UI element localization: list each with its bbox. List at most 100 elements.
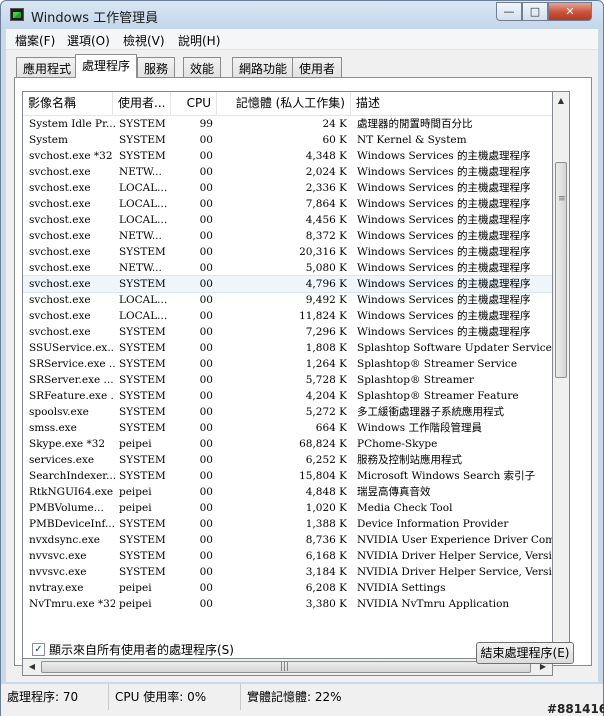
column-description[interactable]: 描述 [351,92,552,115]
process-row[interactable]: SRFeature.exe ... SYSTEM 00 4,204 K Splashto… [23,388,552,404]
process-memory: 1,388 K [305,518,347,530]
process-row[interactable]: svchost.exe LOCAL... 00 9,492 K Windows Serv… [23,292,552,308]
process-row[interactable]: nvvsvc.exe SYSTEM 00 3,184 K NVIDIA Driver H… [23,564,552,580]
process-user-name: SYSTEM [119,566,166,578]
menu-options[interactable]: 選項(O) [67,32,110,49]
process-cpu: 00 [199,198,213,210]
menu-file[interactable]: 檔案(F) [15,32,55,49]
column-user-name[interactable]: 使用者... [113,92,171,115]
end-process-button[interactable]: 結束處理程序(E) [476,642,574,664]
minimize-button[interactable]: — [496,2,522,21]
process-row[interactable]: nvxdsync.exe SYSTEM 00 8,736 K NVIDIA User E… [23,532,552,548]
process-row[interactable]: svchost.exe *32 SYSTEM 00 4,348 K Windows Se… [23,148,552,164]
process-cpu: 00 [199,214,213,226]
tab-users[interactable]: 使用者 [292,57,343,77]
process-user-name: SYSTEM [119,246,166,258]
process-image-name: svchost.exe [29,246,91,258]
process-cpu: 00 [199,326,213,338]
process-row[interactable]: services.exe SYSTEM 00 6,252 K 服務及控制站應用程式 [23,452,552,468]
show-all-users-checkbox[interactable]: ✓ [32,643,45,656]
close-button[interactable]: ✕ [548,2,592,21]
process-row[interactable]: SSUService.ex... SYSTEM 00 1,808 K Splashtop… [23,340,552,356]
title-bar[interactable]: Windows 工作管理員 — □ ✕ [1,1,603,29]
process-memory: 68,824 K [299,438,347,450]
process-memory: 15,804 K [299,470,347,482]
process-image-name: PMBDeviceInf... [29,518,115,530]
process-row[interactable]: System Idle Pr... SYSTEM 99 24 K 處理器的閒置時間百分比 [23,116,552,132]
process-row[interactable]: svchost.exe LOCAL... 00 11,824 K Windows Ser… [23,308,552,324]
scroll-left-icon[interactable]: ◀ [25,660,39,674]
sort-ascending-icon: ▲ [65,94,72,103]
tab-applications[interactable]: 應用程式 [16,57,79,77]
process-memory: 7,296 K [305,326,347,338]
process-row[interactable]: RtkNGUI64.exe peipei 00 4,848 K 瑞昱高傳真音效 [23,484,552,500]
process-row[interactable]: Skype.exe *32 peipei 00 68,824 K PChome-Skyp… [23,436,552,452]
process-image-name: SRFeature.exe ... [29,390,115,402]
horizontal-scroll-thumb[interactable]: ||| [41,661,531,673]
process-image-name: nvxdsync.exe [29,534,100,546]
process-row[interactable]: svchost.exe SYSTEM 00 7,296 K Windows Servic… [23,324,552,340]
tab-processes[interactable]: 處理程序 [75,54,138,78]
status-bar: 處理程序: 70 CPU 使用率: 0% 實體記憶體: 22% [1,683,603,716]
process-memory: 11,824 K [299,310,347,322]
tab-performance[interactable]: 效能 [183,57,222,77]
process-cpu: 00 [199,166,213,178]
process-row[interactable]: spoolsv.exe SYSTEM 00 5,272 K 多工緩衝處理器子系統應用程式 [23,404,552,420]
process-description: Splashtop® Streamer Service [357,358,518,370]
process-row[interactable]: smss.exe SYSTEM 00 664 K Windows 工作階段管理員 [23,420,552,436]
horizontal-scrollbar[interactable]: ◀ ||| ▶ [22,659,553,676]
column-cpu[interactable]: CPU [171,92,217,115]
process-row[interactable]: nvvsvc.exe SYSTEM 00 6,168 K NVIDIA Driver H… [23,548,552,564]
process-row[interactable]: NvTmru.exe *32 peipei 00 3,380 K NVIDIA NvTm… [23,596,552,612]
process-row[interactable]: svchost.exe SYSTEM 00 4,796 K Windows Servic… [23,275,552,293]
process-memory: 1,020 K [305,502,347,514]
menu-help[interactable]: 說明(H) [178,32,220,49]
tab-services[interactable]: 服務 [137,57,176,77]
process-row[interactable]: nvtray.exe peipei 00 6,208 K NVIDIA Settings [23,580,552,596]
process-user-name: NETW... [119,230,162,242]
process-image-name: svchost.exe [29,198,91,210]
process-row[interactable]: svchost.exe LOCAL... 00 2,336 K Windows Serv… [23,180,552,196]
menu-view[interactable]: 檢視(V) [123,32,165,49]
process-user-name: LOCAL... [119,214,168,226]
process-row[interactable]: SearchIndexer.... SYSTEM 00 15,804 K Microso… [23,468,552,484]
process-list[interactable]: ▲ 影像名稱 使用者... CPU 記憶體 (私人工作集) 描述 System … [22,91,553,659]
process-description: Device Information Provider [357,518,509,530]
process-cpu: 00 [199,422,213,434]
scroll-up-icon[interactable]: ▲ [555,94,567,108]
process-image-name: System [29,134,68,146]
process-memory: 4,456 K [305,214,347,226]
process-row[interactable]: PMBVolume... peipei 00 1,020 K Media Check T… [23,500,552,516]
process-cpu: 00 [199,550,213,562]
process-user-name: peipei [119,486,152,498]
process-description: Splashtop® Streamer [357,374,474,386]
vertical-scrollbar[interactable]: ▲ ≡ ▼ [553,91,570,659]
process-user-name: LOCAL... [119,294,168,306]
process-row[interactable]: svchost.exe NETW... 00 5,080 K Windows Servi… [23,260,552,276]
process-cpu: 00 [199,454,213,466]
process-row[interactable]: svchost.exe NETW... 00 2,024 K Windows Servi… [23,164,552,180]
maximize-button[interactable]: □ [522,2,548,21]
process-image-name: svchost.exe [29,230,91,242]
process-cpu: 00 [199,294,213,306]
process-row[interactable]: PMBDeviceInf... SYSTEM 00 1,388 K Device Inf… [23,516,552,532]
column-image-name[interactable]: ▲ 影像名稱 [23,92,113,115]
process-row[interactable]: SRService.exe ... SYSTEM 00 1,264 K Splashto… [23,356,552,372]
process-row[interactable]: System SYSTEM 00 60 K NT Kernel & System [23,132,552,148]
process-row[interactable]: svchost.exe LOCAL... 00 7,864 K Windows Serv… [23,196,552,212]
process-row[interactable]: SRServer.exe ... SYSTEM 00 5,728 K Splashtop… [23,372,552,388]
process-description: Windows Services 的主機處理程序 [357,278,531,290]
process-description: 多工緩衝處理器子系統應用程式 [357,406,504,418]
process-user-name: peipei [119,502,152,514]
process-row[interactable]: svchost.exe SYSTEM 00 20,316 K Windows Servi… [23,244,552,260]
process-memory: 664 K [315,422,347,434]
process-description: NVIDIA NvTmru Application [357,598,510,610]
process-image-name: nvtray.exe [29,582,84,594]
column-memory[interactable]: 記憶體 (私人工作集) [217,92,351,115]
process-image-name: SRServer.exe ... [29,374,114,386]
process-row[interactable]: svchost.exe LOCAL... 00 4,456 K Windows Serv… [23,212,552,228]
tab-networking[interactable]: 網路功能 [232,57,295,77]
process-cpu: 00 [199,134,213,146]
process-row[interactable]: svchost.exe NETW... 00 8,372 K Windows Servi… [23,228,552,244]
process-memory: 8,372 K [305,230,347,242]
